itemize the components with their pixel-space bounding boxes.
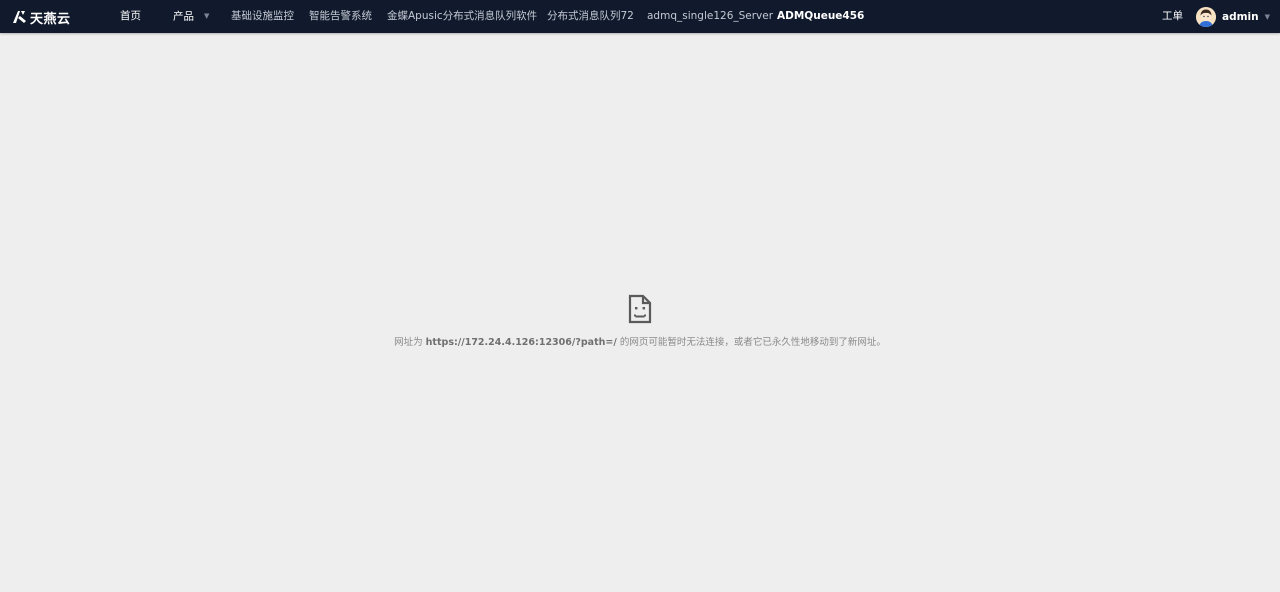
nav-item-smart-alerts[interactable]: 智能告警系统	[309, 0, 372, 33]
nav-item-admqueue456[interactable]: ADMQueue456	[777, 0, 864, 33]
chevron-down-icon: ▼	[1264, 12, 1271, 21]
avatar-icon	[1196, 6, 1216, 27]
chevron-down-icon: ▼	[204, 12, 210, 20]
top-navigation-bar: 天燕云 首页 产品 ▼ 基础设施监控 智能告警系统 金蝶Apusic分布式消息队列…	[0, 0, 1280, 33]
nav-item-admq-single126[interactable]: admq_single126_Server	[647, 0, 773, 33]
username: admin	[1222, 10, 1259, 23]
nav-item-products[interactable]: 产品 ▼	[173, 0, 209, 33]
error-prefix: 网址为	[394, 337, 423, 348]
error-message: 网址为 https://172.24.4.126:12306/?path=/ 的…	[0, 334, 1280, 348]
brand[interactable]: 天燕云	[11, 7, 71, 27]
connection-error: 网址为 https://172.24.4.126:12306/?path=/ 的…	[0, 294, 1280, 348]
user-menu[interactable]: admin ▼	[1196, 6, 1270, 27]
nav-item-distributed-mq-72[interactable]: 分布式消息队列72	[547, 0, 634, 33]
nav-item-home[interactable]: 首页	[120, 0, 141, 33]
error-suffix: 的网页可能暂时无法连接，或者它已永久性地移动到了新网址。	[619, 337, 886, 348]
nav-item-apusic-mq[interactable]: 金蝶Apusic分布式消息队列软件	[387, 0, 537, 33]
sad-page-icon	[628, 294, 652, 324]
nav-item-infra-monitoring[interactable]: 基础设施监控	[231, 0, 294, 33]
nav-item-products-label: 产品	[173, 10, 194, 23]
tianyan-logo-icon	[13, 11, 26, 23]
error-url: https://172.24.4.126:12306/?path=/	[425, 337, 617, 348]
ticket-link[interactable]: 工单	[1162, 0, 1183, 33]
brand-name: 天燕云	[30, 11, 71, 27]
